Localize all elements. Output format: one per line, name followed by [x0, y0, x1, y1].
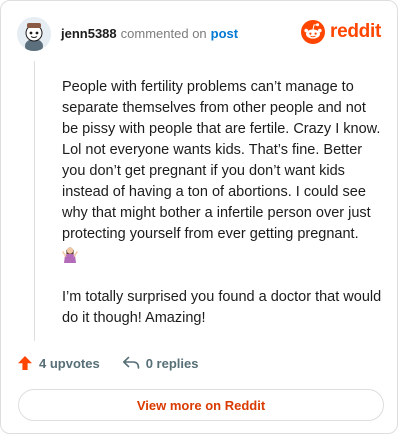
comment-header: jenn5388 commented on post [61, 26, 238, 41]
thread-line [34, 61, 35, 341]
reply-count: 0 replies [145, 355, 199, 371]
upvote-arrow-icon [18, 356, 32, 370]
reddit-brand[interactable]: reddit [301, 20, 381, 44]
reply-button[interactable]: 0 replies [122, 355, 199, 371]
reddit-logo-icon [301, 20, 326, 44]
commented-on-text: commented on [120, 26, 207, 41]
reply-arrow-icon [122, 356, 139, 369]
comment-paragraph-text: People with fertility problems can’t man… [62, 79, 381, 242]
upvote-count: 4 upvotes [39, 355, 100, 371]
reddit-wordmark: reddit [330, 21, 381, 42]
user-avatar[interactable] [17, 17, 51, 51]
comment-paragraph: I’m totally surprised you found a doctor… [62, 287, 384, 329]
upvote-button[interactable]: 4 upvotes [17, 355, 100, 371]
comment-paragraph: People with fertility problems can’t man… [62, 77, 384, 266]
comment-actions: 4 upvotes 0 replies [17, 355, 198, 371]
post-link[interactable]: post [211, 26, 238, 41]
comment-embed-card: jenn5388 commented on post reddit People w… [0, 0, 398, 434]
avatar-icon [17, 17, 51, 51]
view-more-button[interactable]: View more on Reddit [18, 389, 384, 421]
comment-body: People with fertility problems can’t man… [62, 77, 384, 350]
username-link[interactable]: jenn5388 [61, 26, 117, 41]
woman-shrugging-emoji-icon [62, 245, 78, 264]
comment-paragraph-text: I’m totally surprised you found a doctor… [62, 289, 382, 326]
